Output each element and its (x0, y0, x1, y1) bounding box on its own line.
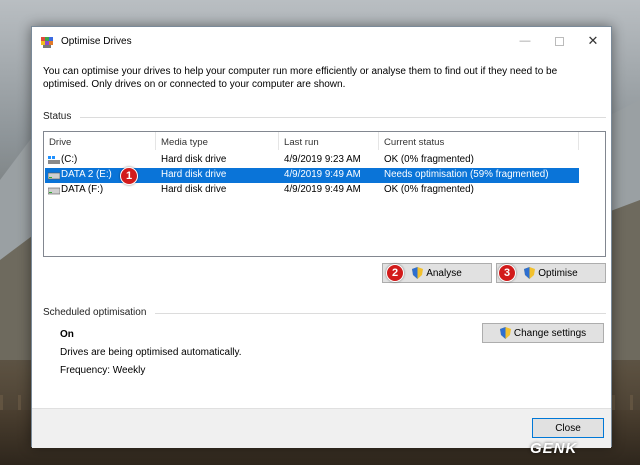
media-type: Hard disk drive (161, 169, 227, 180)
drive-name: DATA (F:) (61, 184, 104, 195)
maximize-button[interactable] (542, 27, 576, 55)
scheduled-group-label: Scheduled optimisation (43, 307, 147, 318)
drive-icon (48, 187, 60, 195)
column-last-run[interactable]: Last run (284, 137, 319, 148)
step-badge-1: 1 (120, 167, 138, 185)
schedule-state: On (60, 329, 74, 340)
current-status: OK (0% fragmented) (384, 154, 474, 165)
media-type: Hard disk drive (161, 154, 227, 165)
schedule-description: Drives are being optimised automatically… (60, 347, 242, 358)
column-divider[interactable] (155, 132, 156, 150)
minimize-button[interactable]: — (508, 27, 542, 55)
status-group-label: Status (43, 111, 72, 122)
scheduled-divider (155, 313, 606, 314)
intro-text: You can optimise your drives to help you… (43, 66, 558, 90)
shield-icon (524, 267, 536, 279)
optimise-drives-window: Optimise Drives — ✕ You can optimise you… (31, 26, 612, 448)
column-media-type[interactable]: Media type (161, 137, 208, 148)
step-badge-2: 2 (386, 264, 404, 282)
table-row[interactable]: (C:) Hard disk drive 4/9/2019 9:23 AM OK… (45, 153, 579, 168)
defrag-app-icon (41, 37, 53, 48)
step-badge-3: 3 (498, 264, 516, 282)
drive-name: (C:) (61, 154, 78, 165)
shield-icon (499, 327, 511, 339)
column-divider[interactable] (578, 132, 579, 150)
current-status: Needs optimisation (59% fragmented) (384, 169, 549, 180)
column-divider[interactable] (378, 132, 379, 150)
change-settings-button[interactable]: Change settings (482, 323, 604, 343)
column-divider[interactable] (278, 132, 279, 150)
column-drive[interactable]: Drive (49, 137, 71, 148)
analyse-label: Analyse (426, 267, 462, 279)
list-header: Drive Media type Last run Current status (44, 132, 605, 150)
title-bar[interactable]: Optimise Drives — ✕ (32, 27, 611, 57)
close-label: Close (555, 422, 581, 434)
table-row[interactable]: DATA (F:) Hard disk drive 4/9/2019 9:49 … (45, 183, 579, 198)
change-settings-label: Change settings (513, 327, 587, 339)
dialog-footer: Close (32, 408, 611, 448)
shield-icon (412, 267, 424, 279)
watermark-logo: GENK (530, 440, 578, 457)
close-window-button[interactable]: ✕ (576, 27, 610, 55)
maximize-icon (554, 36, 564, 46)
close-icon: ✕ (587, 33, 599, 48)
window-title: Optimise Drives (61, 36, 132, 47)
drive-icon (48, 172, 60, 180)
minimize-icon: — (519, 35, 531, 47)
schedule-frequency: Frequency: Weekly (60, 365, 146, 376)
media-type: Hard disk drive (161, 184, 227, 195)
windows-drive-icon (48, 156, 60, 164)
last-run: 4/9/2019 9:49 AM (284, 184, 361, 195)
current-status: OK (0% fragmented) (384, 184, 474, 195)
optimise-label: Optimise (538, 267, 578, 279)
last-run: 4/9/2019 9:49 AM (284, 169, 361, 180)
last-run: 4/9/2019 9:23 AM (284, 154, 361, 165)
drives-list[interactable]: Drive Media type Last run Current status… (43, 131, 606, 257)
close-button[interactable]: Close (532, 418, 604, 438)
drive-name: DATA 2 (E:) (61, 169, 112, 180)
column-current-status[interactable]: Current status (384, 137, 444, 148)
status-divider (80, 117, 606, 118)
